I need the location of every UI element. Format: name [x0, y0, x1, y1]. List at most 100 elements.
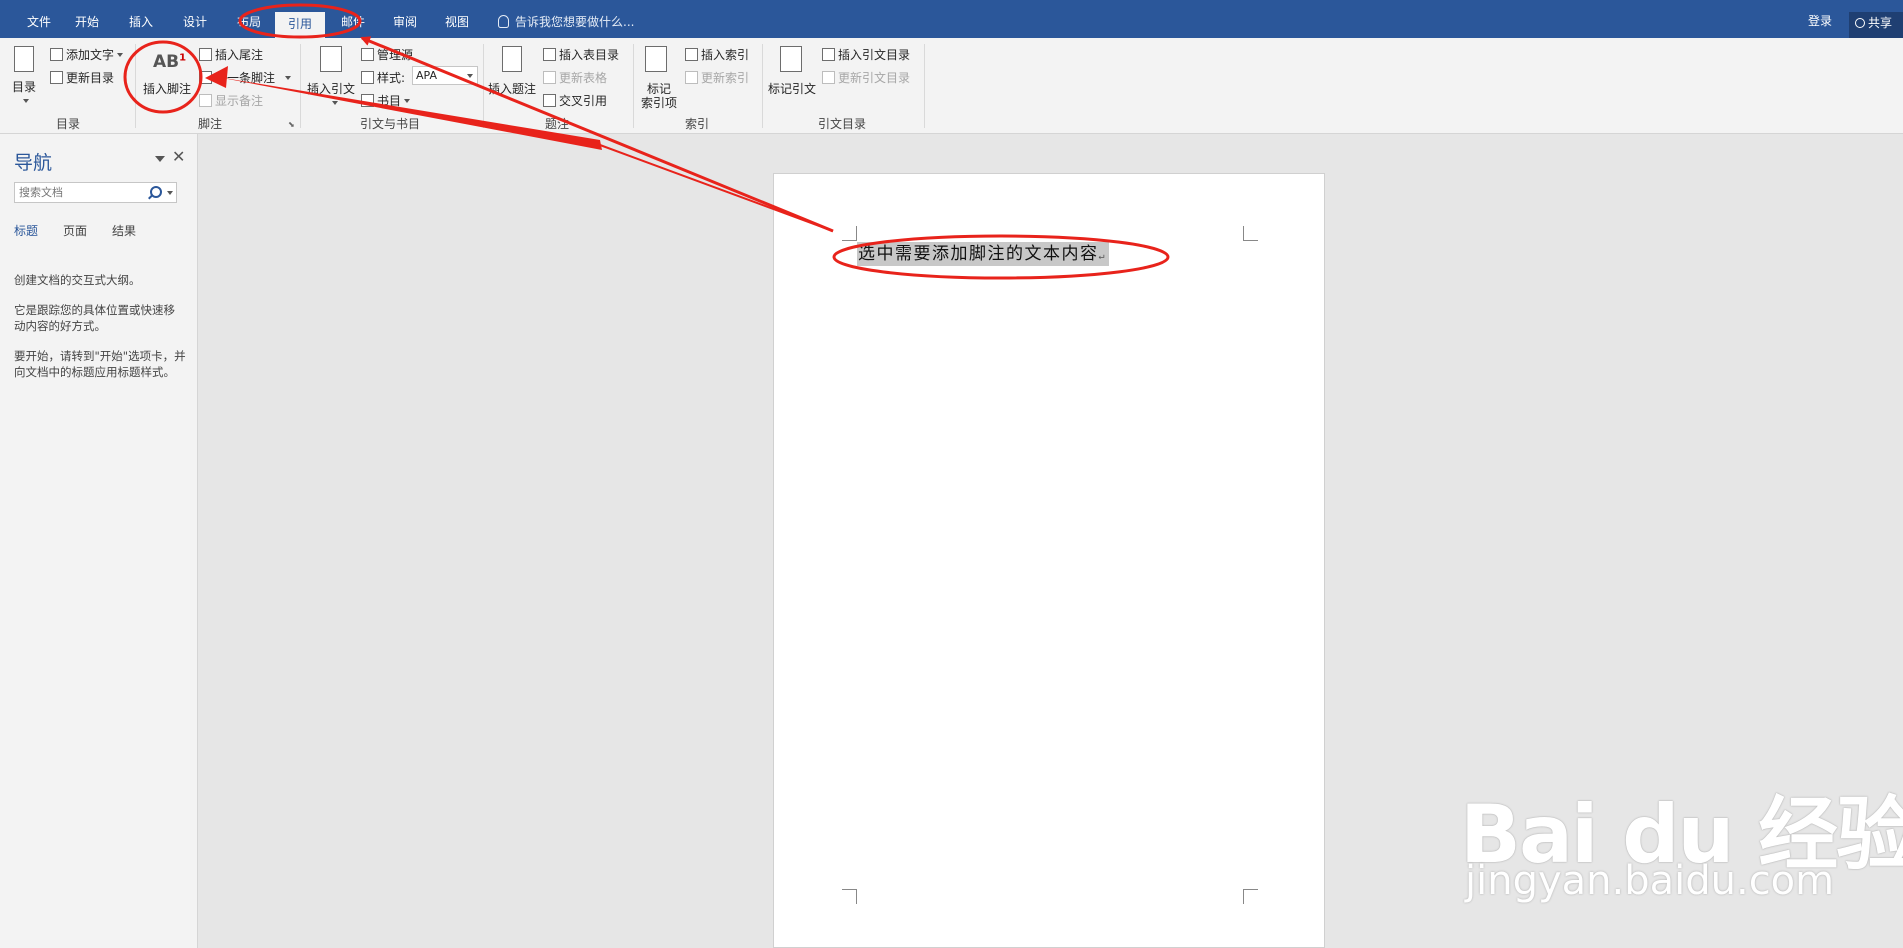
chevron-down-icon [117, 53, 124, 57]
update-toa-label: 更新引文目录 [838, 71, 911, 85]
nav-tab-pages[interactable]: 页面 [63, 222, 87, 239]
citation-style-select[interactable]: APA [412, 66, 478, 85]
manage-sources-label: 管理源 [377, 48, 414, 62]
group-divider [762, 44, 763, 128]
style-icon [361, 71, 374, 84]
update-index-button[interactable]: 更新索引 [685, 69, 749, 86]
nav-help-text-3: 要开始，请转到"开始"选项卡，并向文档中的标题应用标题样式。 [14, 349, 186, 379]
add-text-label: 添加文字 [66, 48, 115, 62]
tell-me-text: 告诉我您想要做什么... [515, 15, 635, 29]
tab-insert[interactable]: 插入 [116, 10, 166, 34]
close-icon[interactable]: ✕ [172, 147, 185, 166]
show-notes-icon [199, 94, 212, 107]
update-table-label: 更新表格 [559, 71, 608, 85]
insert-citation-icon [320, 46, 342, 72]
tab-mailings[interactable]: 邮件 [328, 10, 378, 34]
nav-help-text-1: 创建文档的交互式大纲。 [14, 273, 141, 287]
baidu-watermark-url: jingyan.baidu.com [1465, 858, 1835, 904]
update-table-icon [543, 71, 556, 84]
nav-title: 导航 [14, 152, 53, 174]
insert-toa-label: 插入引文目录 [838, 48, 911, 62]
insert-endnote-icon [199, 48, 212, 61]
lightbulb-icon [498, 15, 509, 28]
insert-index-button[interactable]: 插入索引 [685, 46, 749, 63]
insert-table-of-figures-button[interactable]: 插入表目录 [543, 46, 619, 63]
nav-tab-headings[interactable]: 标题 [14, 222, 38, 239]
group-label-toc: 目录 [56, 117, 81, 131]
toc-button[interactable]: 目录 [12, 78, 36, 95]
insert-footnote-icon: AB1 [153, 52, 187, 72]
next-footnote-button[interactable]: 下一条脚注 [199, 69, 292, 86]
group-label-toa: 引文目录 [818, 117, 867, 131]
navigation-pane: 导航 ✕ 标题 页面 结果 创建文档的交互式大纲。 它是跟踪您的具体位置或快速移… [0, 134, 198, 948]
insert-footnote-button[interactable]: 插入脚注 [143, 80, 191, 97]
tab-home[interactable]: 开始 [62, 10, 112, 34]
insert-caption-icon [502, 46, 522, 72]
add-text-button[interactable]: 添加文字 [50, 46, 124, 63]
insert-endnote-button[interactable]: 插入尾注 [199, 46, 263, 63]
person-icon [1855, 18, 1865, 28]
manage-sources-icon [361, 48, 374, 61]
cross-reference-button[interactable]: 交叉引用 [543, 92, 607, 109]
tab-references[interactable]: 引用 [275, 12, 326, 38]
mark-entry-button-line2[interactable]: 索引项 [641, 94, 677, 111]
insert-table-of-figures-label: 插入表目录 [559, 48, 620, 62]
bibliography-icon [361, 94, 374, 107]
selected-text[interactable]: 选中需要添加脚注的文本内容↵ [857, 242, 1110, 266]
cross-reference-icon [543, 94, 556, 107]
signin-link[interactable]: 登录 [1808, 12, 1832, 29]
next-footnote-icon [199, 71, 212, 84]
search-icon[interactable] [150, 186, 162, 198]
document-text: 选中需要添加脚注的文本内容 [858, 244, 1099, 264]
bibliography-button[interactable]: 书目 [361, 92, 411, 109]
show-notes-button[interactable]: 显示备注 [199, 92, 263, 109]
share-button[interactable]: 共享 [1849, 12, 1903, 38]
tab-design[interactable]: 设计 [170, 10, 220, 34]
search-options-icon[interactable] [167, 191, 173, 195]
group-divider [135, 44, 136, 128]
insert-citation-dropdown-icon[interactable] [332, 101, 338, 105]
mark-citation-icon [780, 46, 802, 72]
table-of-figures-icon [543, 48, 556, 61]
tell-me-box[interactable]: 告诉我您想要做什么... [498, 10, 634, 34]
insert-endnote-label: 插入尾注 [215, 48, 264, 62]
tab-view[interactable]: 视图 [432, 10, 482, 34]
margin-corner-mark [842, 889, 857, 904]
group-label-index: 索引 [685, 117, 710, 131]
margin-corner-mark [1243, 226, 1258, 241]
tab-file[interactable]: 文件 [14, 10, 64, 34]
chevron-down-icon [467, 74, 473, 78]
manage-sources-button[interactable]: 管理源 [361, 46, 413, 63]
update-index-label: 更新索引 [701, 71, 750, 85]
update-table-button[interactable]: 更新表格 [543, 69, 607, 86]
group-divider [483, 44, 484, 128]
bibliography-label: 书目 [377, 94, 402, 108]
ribbon-references: 目录 添加文字 更新目录 目录 AB1 插入脚注 插入尾注 下一条脚注 显示备注… [0, 38, 1903, 134]
paragraph-mark: ↵ [1098, 251, 1107, 262]
tab-review[interactable]: 审阅 [380, 10, 430, 34]
document-page[interactable] [773, 173, 1325, 948]
insert-caption-button[interactable]: 插入题注 [488, 80, 536, 97]
update-toc-button[interactable]: 更新目录 [50, 69, 114, 86]
toc-dropdown-icon[interactable] [23, 99, 29, 103]
nav-tab-results[interactable]: 结果 [112, 222, 136, 239]
chevron-down-icon[interactable] [155, 156, 165, 162]
update-toc-icon [50, 71, 63, 84]
group-divider [300, 44, 301, 128]
mark-citation-button[interactable]: 标记引文 [768, 80, 816, 97]
share-label: 共享 [1868, 16, 1893, 30]
update-toc-label: 更新目录 [66, 71, 115, 85]
chevron-down-icon [285, 76, 292, 80]
tab-layout[interactable]: 布局 [224, 10, 274, 34]
insert-toa-button[interactable]: 插入引文目录 [822, 46, 910, 63]
insert-citation-button[interactable]: 插入引文 [307, 80, 355, 97]
group-label-citations: 引文与书目 [360, 117, 421, 131]
ribbon-tab-bar: 文件 开始 插入 设计 布局 引用 邮件 审阅 视图 告诉我您想要做什么... … [0, 0, 1903, 38]
update-toa-button[interactable]: 更新引文目录 [822, 69, 910, 86]
chevron-down-icon [404, 99, 411, 103]
update-toa-icon [822, 71, 835, 84]
margin-corner-mark [1243, 889, 1258, 904]
insert-index-label: 插入索引 [701, 48, 750, 62]
dialog-launcher-icon[interactable]: ⬊ [288, 120, 295, 129]
group-divider [924, 44, 925, 128]
